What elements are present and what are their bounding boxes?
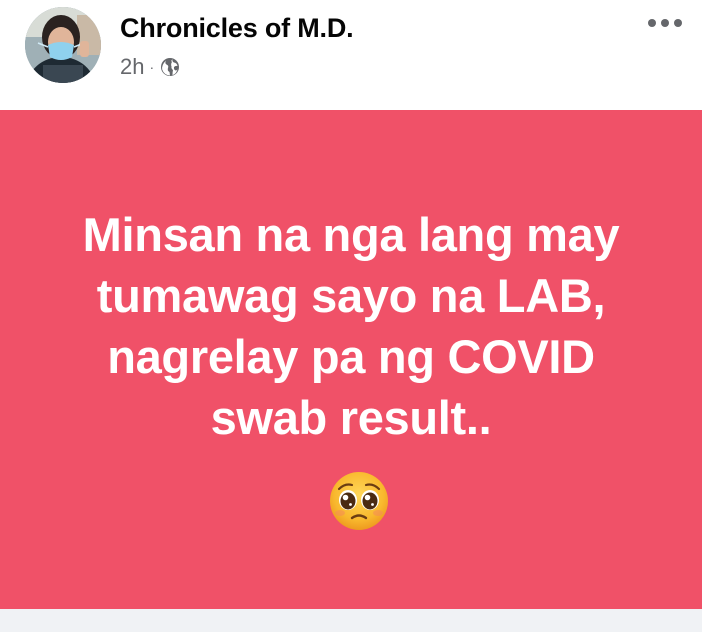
- post-text-line: swab result..: [210, 391, 492, 444]
- author-name[interactable]: Chronicles of M.D.: [120, 13, 354, 44]
- post-text-line: tumawag sayo na LAB,: [96, 269, 606, 322]
- post-timestamp[interactable]: 2h: [120, 54, 144, 80]
- post-footer-divider: [0, 609, 702, 632]
- meta-separator: ·: [149, 59, 155, 75]
- post-background-canvas[interactable]: Minsan na nga lang may tumawag sayo na L…: [0, 110, 702, 609]
- post-text: Minsan na nga lang may tumawag sayo na L…: [20, 204, 682, 448]
- post-header: Chronicles of M.D. 2h ·: [0, 0, 702, 110]
- pleading-face-emoji: [328, 470, 390, 532]
- post-text-line: Minsan na nga lang may: [82, 208, 620, 261]
- avatar-image: [25, 7, 101, 83]
- globe-icon[interactable]: [160, 57, 180, 77]
- post-meta: 2h ·: [120, 54, 180, 80]
- more-options-icon: [648, 19, 682, 27]
- post-text-line: nagrelay pa ng COVID: [107, 330, 595, 383]
- more-options-button[interactable]: [645, 10, 685, 36]
- avatar[interactable]: [25, 7, 101, 83]
